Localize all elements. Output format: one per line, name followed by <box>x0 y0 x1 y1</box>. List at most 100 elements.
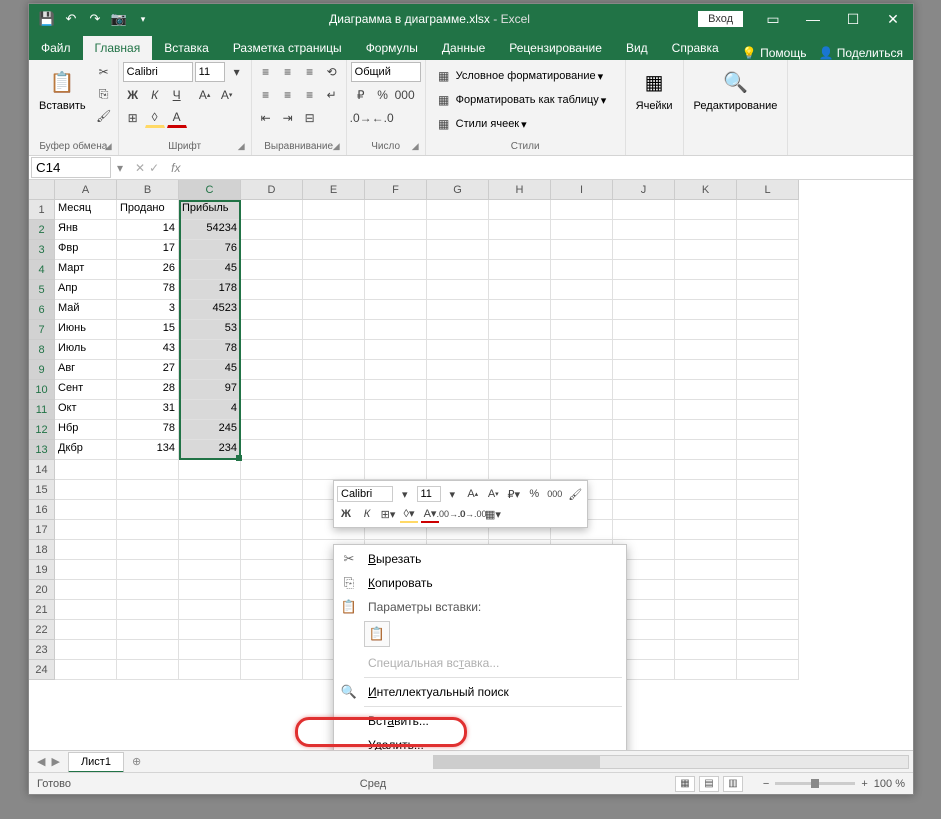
cell[interactable]: 76 <box>179 240 241 260</box>
cell[interactable]: 14 <box>117 220 179 240</box>
cell[interactable]: 134 <box>117 440 179 460</box>
zoom-out-button[interactable]: − <box>763 778 769 790</box>
cell[interactable] <box>117 560 179 580</box>
cell[interactable] <box>55 600 117 620</box>
cell[interactable] <box>737 560 799 580</box>
cell[interactable] <box>675 320 737 340</box>
cell[interactable]: Дкбр <box>55 440 117 460</box>
cell[interactable] <box>117 640 179 660</box>
cell[interactable] <box>613 420 675 440</box>
cell[interactable] <box>489 220 551 240</box>
align-right-icon[interactable]: ≡ <box>300 85 320 105</box>
cell[interactable] <box>675 640 737 660</box>
sheet-nav[interactable]: ◀▶ <box>29 755 68 768</box>
cell[interactable] <box>489 400 551 420</box>
cell[interactable] <box>303 360 365 380</box>
cell[interactable] <box>241 300 303 320</box>
cell[interactable]: 31 <box>117 400 179 420</box>
cell[interactable] <box>241 640 303 660</box>
cell[interactable] <box>241 420 303 440</box>
cell[interactable]: Июль <box>55 340 117 360</box>
font-color-icon[interactable]: A <box>167 108 187 128</box>
decrease-decimal-icon[interactable]: ←.0 <box>373 108 393 128</box>
copy-icon[interactable]: ⎘ <box>94 84 114 104</box>
cell[interactable]: Прибыль <box>179 200 241 220</box>
cell[interactable] <box>303 420 365 440</box>
cell[interactable] <box>303 440 365 460</box>
mini-size-dd[interactable]: ▾ <box>444 485 462 503</box>
cell[interactable] <box>675 360 737 380</box>
undo-icon[interactable]: ↶ <box>63 11 79 27</box>
cell[interactable] <box>365 300 427 320</box>
cell[interactable] <box>737 300 799 320</box>
cell[interactable] <box>675 560 737 580</box>
cell[interactable] <box>737 220 799 240</box>
cell[interactable] <box>55 580 117 600</box>
cell[interactable] <box>365 400 427 420</box>
cell[interactable] <box>303 380 365 400</box>
cell[interactable] <box>427 320 489 340</box>
align-top-icon[interactable]: ≡ <box>256 62 276 82</box>
cell[interactable] <box>737 660 799 680</box>
cell[interactable] <box>613 240 675 260</box>
cell[interactable] <box>241 560 303 580</box>
cell[interactable] <box>613 460 675 480</box>
cell[interactable] <box>303 200 365 220</box>
cell[interactable] <box>551 440 613 460</box>
row-header-21[interactable]: 21 <box>29 600 55 620</box>
qat-dropdown-icon[interactable]: ▾ <box>135 11 151 27</box>
cell[interactable] <box>427 280 489 300</box>
mini-cond-format-icon[interactable]: ▦▾ <box>484 505 502 523</box>
cell[interactable] <box>427 380 489 400</box>
cell[interactable] <box>489 200 551 220</box>
cell[interactable] <box>365 240 427 260</box>
cell[interactable] <box>241 280 303 300</box>
cell[interactable] <box>427 260 489 280</box>
cell[interactable] <box>737 280 799 300</box>
cell[interactable] <box>489 340 551 360</box>
cell[interactable]: 245 <box>179 420 241 440</box>
cell[interactable] <box>489 280 551 300</box>
row-header-14[interactable]: 14 <box>29 460 55 480</box>
cell[interactable] <box>117 540 179 560</box>
cell[interactable] <box>179 620 241 640</box>
cell[interactable] <box>551 220 613 240</box>
cell[interactable] <box>675 420 737 440</box>
cell[interactable] <box>241 600 303 620</box>
cell[interactable] <box>55 520 117 540</box>
decrease-indent-icon[interactable]: ⇤ <box>256 108 276 128</box>
cell[interactable] <box>551 240 613 260</box>
cell[interactable] <box>675 340 737 360</box>
menu-delete[interactable]: Удалить... <box>334 733 626 750</box>
cell[interactable]: 43 <box>117 340 179 360</box>
maximize-icon[interactable]: ☐ <box>833 4 873 34</box>
cell[interactable]: Март <box>55 260 117 280</box>
cell[interactable] <box>489 380 551 400</box>
row-header-9[interactable]: 9 <box>29 360 55 380</box>
fx-icon[interactable]: fx <box>167 161 184 175</box>
add-sheet-button[interactable]: ⊕ <box>124 755 149 768</box>
cell[interactable] <box>737 480 799 500</box>
cell[interactable] <box>179 540 241 560</box>
zoom-level[interactable]: 100 % <box>874 778 905 790</box>
cell[interactable] <box>117 480 179 500</box>
share-button[interactable]: 👤 Поделиться <box>818 46 903 60</box>
wrap-text-icon[interactable]: ↵ <box>322 85 342 105</box>
cell[interactable] <box>489 320 551 340</box>
row-header-8[interactable]: 8 <box>29 340 55 360</box>
cell[interactable] <box>303 240 365 260</box>
cell[interactable]: 45 <box>179 260 241 280</box>
cell[interactable]: 4 <box>179 400 241 420</box>
cell[interactable]: Июнь <box>55 320 117 340</box>
cells-button[interactable]: ▦Ячейки <box>630 62 679 116</box>
row-header-3[interactable]: 3 <box>29 240 55 260</box>
number-format-combo[interactable] <box>351 62 421 82</box>
cell[interactable] <box>675 600 737 620</box>
cell[interactable] <box>365 440 427 460</box>
cell[interactable] <box>179 580 241 600</box>
cell[interactable] <box>675 240 737 260</box>
cell[interactable] <box>613 380 675 400</box>
cell[interactable] <box>737 580 799 600</box>
cell[interactable] <box>613 280 675 300</box>
paste-option-default[interactable]: 📋 <box>364 621 390 647</box>
